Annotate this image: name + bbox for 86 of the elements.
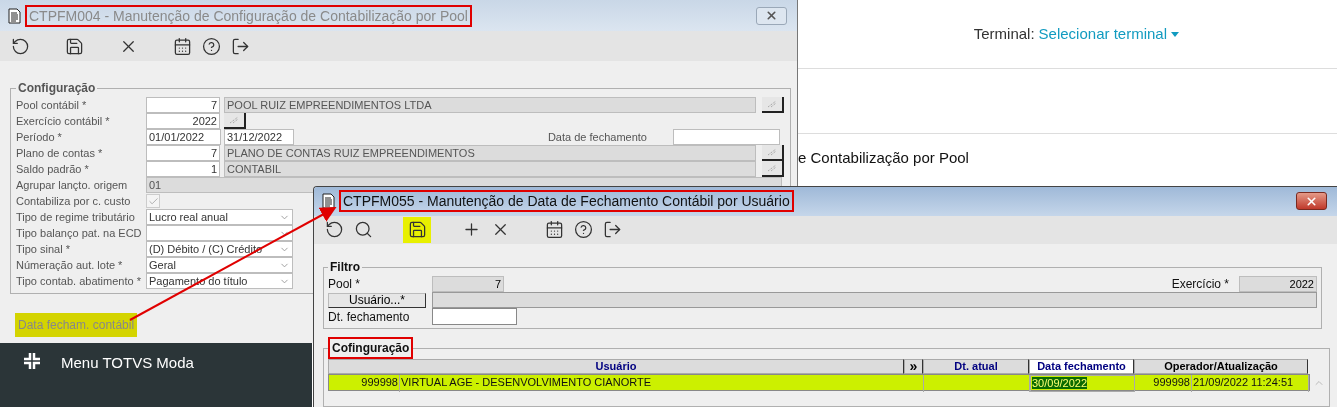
save-icon — [407, 220, 427, 240]
dots-icon — [767, 164, 777, 172]
end-date-field[interactable]: 31/12/2022 — [224, 129, 294, 145]
description-field: CONTABIL — [224, 161, 756, 177]
save-icon — [64, 36, 84, 56]
table-cell: 21/09/2022 11:24:51 — [1192, 375, 1309, 392]
field-label: Pool contábil * — [16, 97, 88, 113]
help-icon — [573, 220, 593, 240]
window-title: CTPFM055 - Manutenção de Data de Fechamento Contábil por Usuário — [339, 190, 794, 213]
field-label: Período * — [16, 129, 63, 145]
close-icon — [1305, 195, 1318, 208]
field-label: Plano de contas * — [16, 145, 104, 161]
dots-icon — [767, 148, 777, 156]
column-header[interactable]: Dt. atual — [923, 359, 1029, 374]
code-field[interactable]: 2022 — [146, 113, 220, 129]
start-date-field[interactable]: 01/01/2022 — [146, 129, 221, 145]
closing-date-field[interactable] — [432, 308, 517, 325]
close-button[interactable] — [1296, 192, 1327, 211]
code-field[interactable]: 1 — [146, 161, 220, 177]
column-header[interactable]: » — [904, 359, 923, 374]
code-field[interactable]: 7 — [146, 145, 220, 161]
close-button[interactable] — [756, 6, 787, 25]
document-icon — [8, 7, 21, 24]
select-field[interactable]: Lucro real anual — [146, 209, 293, 225]
column-header[interactable]: Operador/Atualização — [1134, 359, 1308, 374]
column-header[interactable]: Data fechamento — [1029, 359, 1134, 374]
field-label: Exercício contábil * — [16, 113, 111, 129]
calendar-icon — [172, 36, 192, 56]
group-title: Configuração — [17, 80, 97, 97]
checkbox[interactable] — [146, 194, 160, 208]
field-label: Tipo contab. abatimento * — [16, 273, 142, 289]
select-field[interactable] — [146, 225, 293, 241]
document-icon — [322, 193, 335, 210]
collapse-icon — [23, 352, 41, 370]
select-field[interactable]: Geral — [146, 257, 293, 273]
table-cell-text: VIRTUAL AGE - DESENVOLVIMENTO CIANORTE — [400, 375, 652, 390]
dots-icon — [767, 100, 777, 108]
field-label: Agrupar lançto. origem — [16, 177, 129, 193]
sidebar-title: Menu TOTVS Moda — [61, 353, 194, 373]
lookup-button[interactable] — [762, 161, 784, 177]
user-button[interactable]: Usuário...* — [328, 292, 426, 308]
field-label: Tipo balanço pat. na ECD — [16, 225, 143, 241]
search-icon — [353, 220, 373, 240]
lookup-button[interactable] — [224, 113, 246, 129]
save-button[interactable] — [403, 217, 431, 243]
field-label: Pool * — [328, 276, 362, 293]
select-value: Lucro real anual — [149, 210, 229, 224]
group-title: Cofinguração — [328, 337, 414, 359]
field-label: Saldo padrão * — [16, 161, 90, 177]
undo-icon — [324, 220, 344, 240]
field-label: Dt. fechamento — [328, 308, 411, 326]
field-label: Contabiliza por c. custo — [16, 193, 132, 209]
pool-field: 7 — [432, 276, 504, 292]
table-cell: 30/09/2022 — [1030, 375, 1135, 392]
date-field[interactable] — [673, 129, 780, 145]
description-field: POOL RUIZ EMPREENDIMENTOS LTDA — [224, 97, 756, 113]
undo-icon — [10, 36, 30, 56]
table-cell: 999998 — [1135, 375, 1192, 392]
code-field[interactable]: 7 — [146, 97, 220, 113]
exit-icon — [230, 36, 250, 56]
exercise-field: 2022 — [1239, 276, 1317, 292]
table-row[interactable]: 999998 VIRTUAL AGE - DESENVOLVIMENTO CIANORTE 30/09/2022 999998 21/09/2022 11:24:51 — [328, 374, 1310, 391]
column-header[interactable]: Usuário — [328, 359, 904, 374]
check-icon — [147, 195, 159, 207]
lookup-button[interactable] — [762, 145, 784, 161]
field-label: Númeração aut. lote * — [16, 257, 124, 273]
exit-icon — [602, 220, 622, 240]
close-icon — [765, 9, 778, 22]
select-value: (D) Débito / (C) Crédito — [149, 242, 264, 256]
window-title: CTPFM004 - Manutenção de Configuração de Contabilização por Pool — [25, 4, 472, 27]
field-label: Data de fechamento — [547, 129, 647, 145]
description-field: PLANO DE CONTAS RUIZ EMPREENDIMENTOS — [224, 145, 756, 161]
field-label: Exercício * — [1171, 276, 1229, 293]
terminal-label: Terminal: — [973, 23, 1035, 44]
help-icon — [201, 36, 221, 56]
group-title: Filtro — [329, 259, 361, 276]
caret-icon — [1171, 31, 1179, 37]
page-heading: e Contabilização por Pool — [798, 149, 969, 166]
calendar-icon — [544, 220, 564, 240]
dots-icon — [229, 116, 239, 124]
field-label: Tipo de regime tributário — [16, 209, 136, 225]
select-field[interactable]: (D) Débito / (C) Crédito — [146, 241, 293, 257]
table-cell: 999998 — [329, 375, 400, 392]
field-label: Tipo sinal * — [16, 241, 71, 257]
lookup-button[interactable] — [762, 97, 784, 113]
select-value: Geral — [149, 258, 177, 272]
